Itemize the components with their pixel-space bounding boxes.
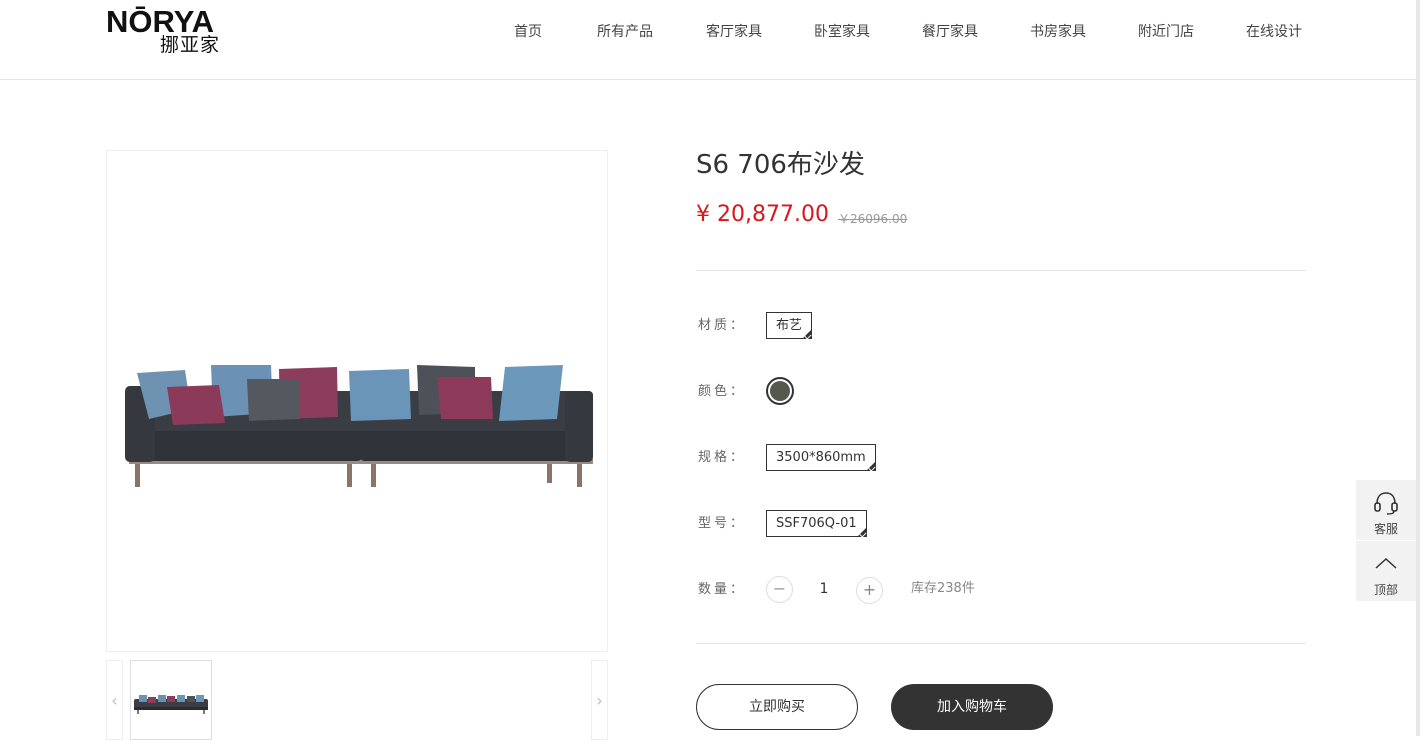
size-label: 规格： [698, 450, 747, 465]
stock-count: 库存238件 [911, 581, 975, 596]
page-scrollbar[interactable] [1416, 0, 1420, 736]
nav-item-living-room[interactable]: 客厅家具 [706, 22, 762, 42]
site-header: NŌRYA 挪亚家 首页 所有产品 客厅家具 卧室家具 餐厅家具 书房家具 附近… [0, 0, 1420, 80]
product-main-image[interactable] [106, 150, 608, 652]
add-to-cart-button[interactable]: 加入购物车 [891, 684, 1053, 730]
check-icon [868, 464, 876, 472]
back-to-top-label: 顶部 [1373, 583, 1398, 597]
size-option-label: 3500*860mm [776, 450, 866, 465]
nav-item-bedroom[interactable]: 卧室家具 [814, 22, 870, 42]
nav-item-study[interactable]: 书房家具 [1030, 22, 1086, 42]
sofa-image [125, 365, 593, 487]
check-icon [859, 530, 867, 538]
model-option-label: SSF706Q-01 [776, 516, 857, 531]
product-title: S6 706布沙发 [696, 150, 865, 180]
model-label: 型号： [698, 516, 747, 531]
nav-item-online-design[interactable]: 在线设计 [1246, 22, 1302, 42]
headset-icon [1374, 492, 1398, 515]
model-option[interactable]: SSF706Q-01 [766, 510, 867, 538]
material-option-label: 布艺 [776, 318, 803, 333]
nav-item-all-products[interactable]: 所有产品 [597, 22, 653, 42]
quantity-value[interactable]: 1 [808, 580, 840, 598]
divider [696, 643, 1306, 644]
material-label: 材质： [698, 318, 747, 333]
brand-logo[interactable]: NŌRYA 挪亚家 [106, 4, 246, 58]
chevron-right-icon[interactable]: › [591, 660, 608, 740]
quantity-increase-button[interactable]: + [856, 577, 883, 604]
back-to-top-button[interactable]: 顶部 [1356, 541, 1416, 601]
color-swatch-fill [770, 381, 790, 401]
product-original-price: ￥26096.00 [838, 212, 908, 226]
color-label: 颜色： [698, 384, 747, 399]
nav-item-home[interactable]: 首页 [514, 22, 542, 42]
side-toolbar: 客服 顶部 [1356, 480, 1416, 601]
thumbnail-strip: ‹ › [106, 660, 608, 740]
quantity-label: 数量： [698, 582, 747, 597]
thumbnail-item[interactable] [130, 660, 212, 740]
buy-now-button[interactable]: 立即购买 [696, 684, 858, 730]
chevron-up-icon [1375, 557, 1397, 569]
size-option[interactable]: 3500*860mm [766, 444, 876, 472]
check-icon [804, 332, 812, 340]
customer-service-label: 客服 [1373, 522, 1398, 536]
divider [696, 270, 1306, 271]
quantity-decrease-button[interactable]: − [766, 576, 793, 603]
nav-item-dining[interactable]: 餐厅家具 [922, 22, 978, 42]
customer-service-button[interactable]: 客服 [1356, 480, 1416, 540]
material-option-fabric[interactable]: 布艺 [766, 312, 813, 340]
nav-item-nearby-stores[interactable]: 附近门店 [1138, 22, 1194, 42]
product-price: ¥ 20,877.00 [696, 202, 829, 227]
color-swatch[interactable] [766, 377, 794, 405]
sofa-thumbnail-image [134, 695, 208, 714]
chevron-left-icon[interactable]: ‹ [106, 660, 123, 740]
brand-name-cn: 挪亚家 [160, 34, 221, 56]
